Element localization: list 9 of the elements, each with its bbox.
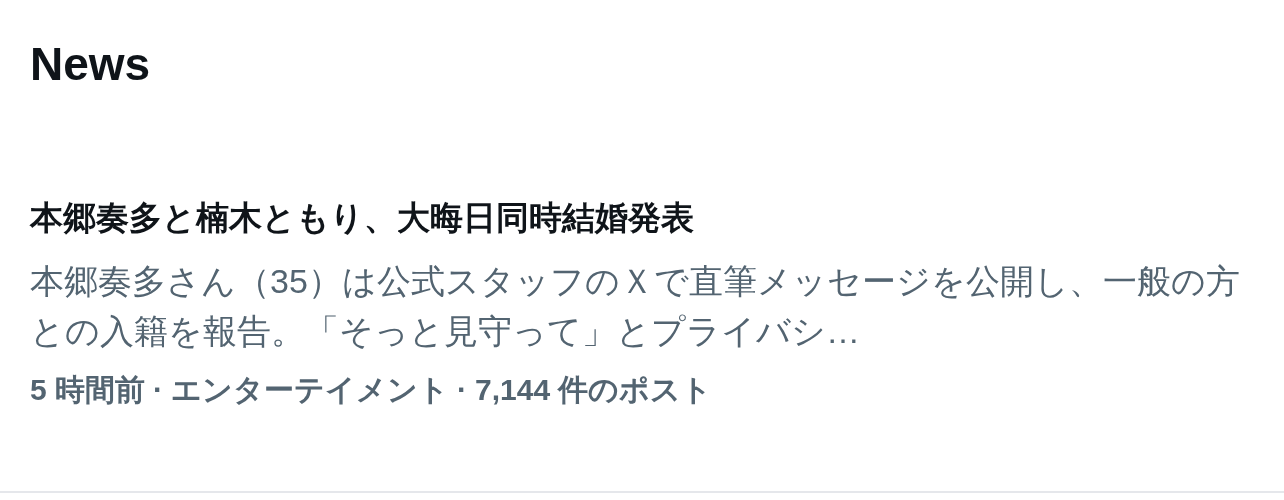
news-meta: 5 時間前 [30,372,146,408]
separator-dot: · [153,372,164,408]
news-summary: 本郷奏多さん（35）は公式スタッフのＸで直筆メッセージを公開し、一般の方との入籍を報告。「そっと見守って」とプライバシ… [30,261,1241,352]
news-meta: エンターテイメント [171,372,450,408]
news-item[interactable]: 本郷奏多と楠木ともり、大晦日同時結婚発表 本郷奏多さん（35）は公式スタッフのＸで直筆メッセージを公開し、一般の方との入籍を報告。「そっと見守って」とプライバシ… 5 時間前 · エンターテイメント · 7,144 件のポスト [30,196,1254,410]
news-meta: 7,144 件のポスト [475,372,713,408]
news-headline: 本郷奏多と楠木ともり、大晦日同時結婚発表 [30,198,694,238]
section-title: News [30,37,151,92]
separator-dot: · [457,372,468,408]
